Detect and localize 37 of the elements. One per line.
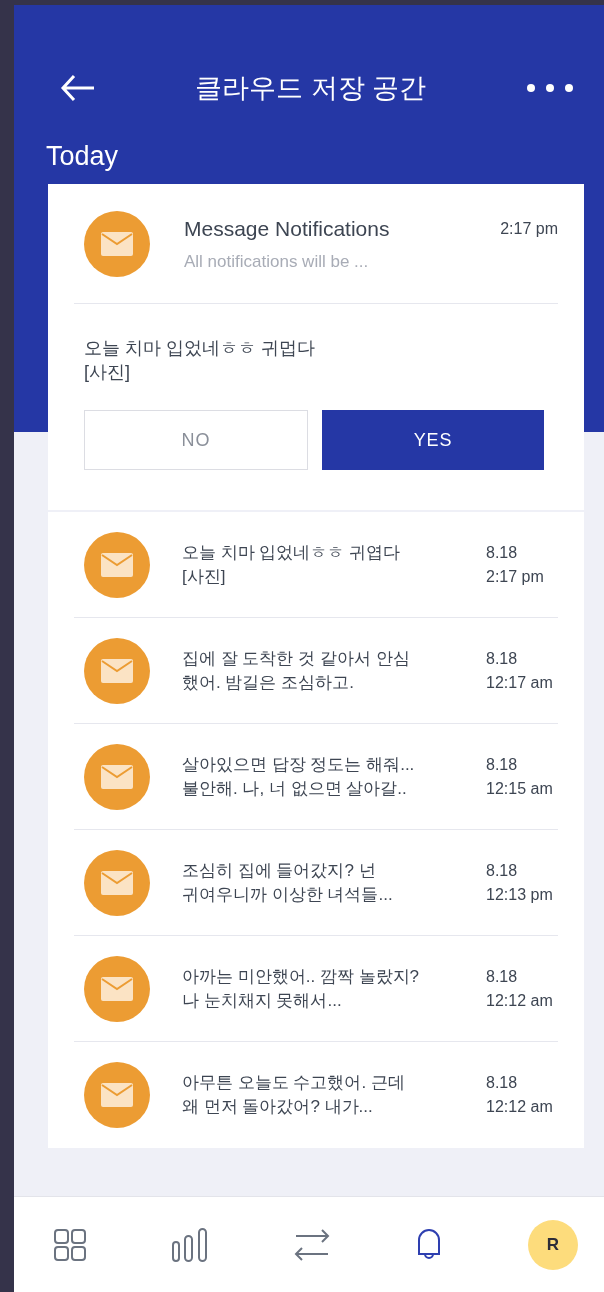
message-preview: 아까는 미안했어.. 깜짝 놀랐지? 나 눈치채지 못해서... (182, 965, 421, 1012)
message-time: 12:17 am (486, 672, 554, 693)
message-time: 12:15 am (486, 778, 554, 799)
notification-message: 오늘 치마 입었네ㅎㅎ 귀멉다 [사진] (83, 337, 316, 384)
message-row[interactable]: 아까는 미안했어.. 깜짝 놀랐지? 나 눈치채지 못해서... 8.18 12:12 am (74, 936, 558, 1042)
message-preview: 살아있으면 답장 정도는 해줘... 불안해. 나, 너 없으면 살아갈.. (182, 753, 416, 800)
confirm-button[interactable]: YES (322, 410, 544, 470)
message-row[interactable]: 오늘 치마 입었네ㅎㅎ 귀엽다 [사진] 8.18 2:17 pm (74, 512, 558, 618)
message-row[interactable]: 집에 잘 도착한 것 같아서 안심 했어. 밤길은 조심하고. 8.18 12:17 am (74, 618, 558, 724)
notification-subtitle: All notifications will be ... (184, 250, 370, 273)
message-time: 2:17 pm (486, 566, 545, 587)
section-label: Today (46, 140, 119, 173)
swap-arrows-icon[interactable] (294, 1228, 330, 1261)
message-row[interactable]: 아무튼 오늘도 수고했어. 근데 왜 먼저 돌아갔어? 내가... 8.18 12:12 am (74, 1042, 558, 1148)
message-time: 12:13 pm (486, 884, 554, 905)
message-date: 8.18 (486, 966, 519, 987)
message-date: 8.18 (486, 754, 519, 775)
message-row[interactable]: 조심히 집에 들어갔지? 넌 귀여우니까 이상한 녀석들... 8.18 12:13 pm (74, 830, 558, 936)
page-title: 클라우드 저장 공간 (195, 71, 427, 105)
grid-icon[interactable] (54, 1228, 86, 1261)
message-preview: 오늘 치마 입었네ㅎㅎ 귀엽다 [사진] (182, 541, 402, 588)
back-arrow-icon[interactable] (60, 74, 96, 102)
message-preview: 아무튼 오늘도 수고했어. 근데 왜 먼저 돌아갔어? 내가... (182, 1072, 406, 1118)
message-row[interactable]: 살아있으면 답장 정도는 해줘... 불안해. 나, 너 없으면 살아갈.. 8.18 12:15 am (74, 724, 558, 830)
notification-time: 2:17 pm (500, 219, 558, 239)
avatar-button[interactable]: R (528, 1219, 578, 1270)
bar-chart-icon[interactable] (172, 1227, 208, 1262)
message-date: 8.18 (486, 542, 519, 563)
message-date: 8.18 (486, 1073, 519, 1093)
message-date: 8.18 (486, 648, 519, 669)
notification-title: Message Notifications (184, 216, 391, 242)
message-preview: 집에 잘 도착한 것 같아서 안심 했어. 밤길은 조심하고. (182, 647, 411, 694)
message-date: 8.18 (486, 860, 519, 881)
message-time: 12:12 am (486, 990, 554, 1011)
message-time: 12:12 am (486, 1097, 554, 1117)
more-options-icon[interactable] (526, 83, 574, 93)
message-preview: 조심히 집에 들어갔지? 넌 귀여우니까 이상한 녀석들... (182, 859, 394, 906)
